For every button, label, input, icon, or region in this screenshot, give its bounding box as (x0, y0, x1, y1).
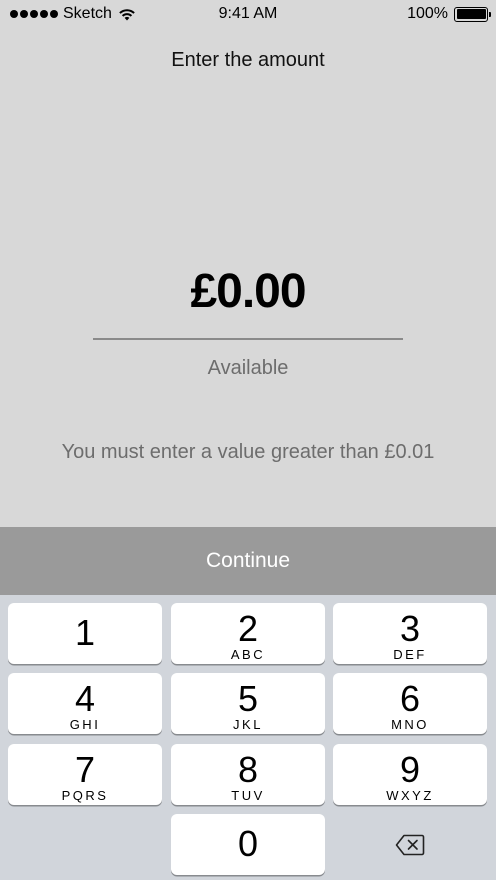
key-letters: WXYZ (386, 788, 434, 803)
key-letters: DEF (393, 647, 427, 662)
key-digit: 8 (237, 749, 259, 790)
key-5[interactable]: 5 JKL (171, 673, 325, 734)
key-7[interactable]: 7 PQRS (8, 744, 162, 805)
key-4[interactable]: 4 GHI (8, 673, 162, 734)
status-bar: Sketch 9:41 AM 100% (0, 0, 496, 30)
amount-input[interactable]: £0.00 (0, 264, 496, 319)
key-digit: 5 (237, 678, 259, 719)
battery-percentage: 100% (407, 5, 448, 22)
key-2[interactable]: 2 ABC (171, 603, 325, 664)
key-digit: 4 (74, 678, 96, 719)
key-digit: 0 (237, 823, 259, 864)
key-letters: GHI (69, 717, 101, 732)
key-3[interactable]: 3 DEF (333, 603, 487, 664)
status-right: 100% (407, 5, 491, 23)
key-letters: PQRS (61, 788, 109, 803)
key-digit: 1 (74, 612, 96, 653)
key-letters: MNO (391, 717, 429, 732)
key-letters: ABC (230, 647, 266, 662)
battery-icon (454, 6, 491, 22)
numeric-keypad: 1 2 ABC 3 DEF 4 GHI 5 JKL 6 MNO 7 PQRS 8… (0, 595, 496, 880)
backspace-key[interactable] (333, 814, 487, 875)
key-0[interactable]: 0 (171, 814, 325, 875)
key-9[interactable]: 9 WXYZ (333, 744, 487, 805)
key-digit: 3 (399, 608, 421, 649)
key-letters: JKL (233, 717, 263, 732)
key-digit: 9 (399, 749, 421, 790)
validation-message: You must enter a value greater than £0.0… (61, 441, 435, 463)
page-title: Enter the amount (171, 49, 325, 71)
key-digit: 2 (237, 608, 259, 649)
delete-backspace-icon (395, 834, 425, 855)
key-6[interactable]: 6 MNO (333, 673, 487, 734)
key-digit: 6 (399, 678, 421, 719)
key-8[interactable]: 8 TUV (171, 744, 325, 805)
continue-button[interactable]: Continue (0, 527, 496, 595)
available-label: Available (207, 357, 289, 379)
amount-underline (93, 338, 403, 340)
key-1[interactable]: 1 (8, 603, 162, 664)
key-letters: TUV (231, 788, 265, 803)
key-digit: 7 (74, 749, 96, 790)
